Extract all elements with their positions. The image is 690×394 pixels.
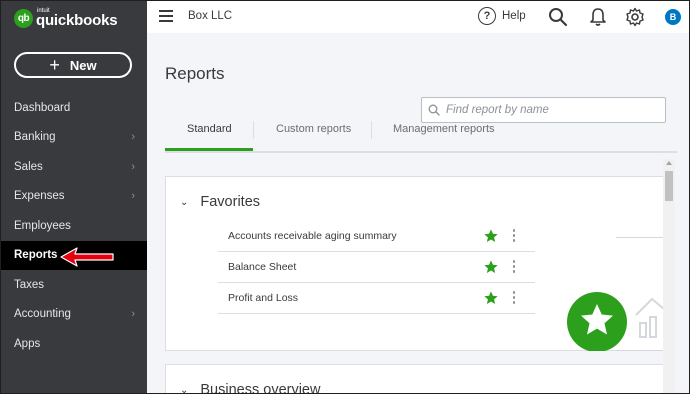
business-overview-section-toggle[interactable]: ⌄ Business overview: [180, 382, 321, 394]
sidebar-item-label: Sales: [14, 160, 43, 173]
page-title: Reports: [165, 64, 225, 83]
sidebar-item-apps[interactable]: Apps: [1, 329, 147, 359]
main-content: Reports Standard Custom reports Manageme…: [147, 33, 689, 393]
sidebar-item-label: Apps: [14, 337, 41, 350]
new-button-label: New: [69, 57, 97, 73]
sidebar-item-label: Employees: [14, 219, 71, 232]
star-icon[interactable]: [483, 290, 499, 306]
sidebar-item-accounting[interactable]: Accounting ›: [1, 300, 147, 330]
tab-divider: [371, 121, 372, 139]
help-icon: ?: [478, 7, 496, 25]
sidebar-item-label: Banking: [14, 131, 56, 144]
tab-management-reports[interactable]: Management reports: [393, 123, 495, 135]
plus-icon: +: [49, 55, 60, 75]
sidebar-item-banking[interactable]: Banking ›: [1, 123, 147, 153]
sidebar-item-label: Taxes: [14, 278, 45, 291]
help-label: Help: [502, 10, 526, 22]
chevron-right-icon: ›: [131, 160, 135, 173]
chevron-down-icon: ⌄: [180, 196, 189, 208]
report-tabs: Standard Custom reports Management repor…: [165, 119, 677, 153]
chevron-right-icon: ›: [131, 308, 135, 321]
sidebar-item-label: Dashboard: [14, 101, 71, 114]
favorites-section-toggle[interactable]: ⌄ Favorites: [180, 194, 260, 210]
scroll-up-icon[interactable]: [666, 161, 672, 165]
bell-icon[interactable]: [589, 7, 607, 27]
tab-standard[interactable]: Standard: [187, 123, 232, 135]
more-options-icon[interactable]: [511, 229, 517, 244]
more-options-icon[interactable]: [511, 260, 517, 275]
star-icon[interactable]: [483, 259, 499, 275]
red-arrow-annotation-icon: [60, 247, 114, 267]
favorites-illustration-icon: [567, 237, 664, 351]
search-input[interactable]: [446, 104, 656, 116]
tab-custom-reports[interactable]: Custom reports: [276, 123, 351, 135]
sidebar-item-expenses[interactable]: Expenses ›: [1, 182, 147, 212]
search-icon[interactable]: [548, 7, 568, 27]
favorites-heading: Favorites: [200, 194, 261, 210]
hamburger-menu-icon[interactable]: [159, 10, 173, 22]
app-window: qb intuit quickbooks + New Dashboard Ban…: [0, 0, 690, 394]
sidebar-item-taxes[interactable]: Taxes: [1, 270, 147, 300]
help-button[interactable]: ? Help: [478, 7, 526, 25]
logo-name-text: quickbooks: [36, 12, 118, 29]
star-icon[interactable]: [483, 228, 499, 244]
sidebar: qb intuit quickbooks + New Dashboard Ban…: [1, 1, 147, 393]
sidebar-item-label: Expenses: [14, 190, 65, 203]
business-overview-heading: Business overview: [200, 382, 321, 394]
sidebar-item-label: Accounting: [14, 308, 71, 321]
chevron-right-icon: ›: [131, 190, 135, 203]
sidebar-nav: Dashboard Banking › Sales › Expenses › E…: [1, 93, 147, 359]
business-overview-card: ⌄ Business overview: [165, 364, 664, 394]
tab-divider: [253, 121, 254, 139]
search-icon: [428, 104, 440, 116]
chevron-right-icon: ›: [131, 131, 135, 144]
company-name: Box LLC: [188, 10, 233, 22]
gear-icon[interactable]: [625, 7, 645, 27]
more-options-icon[interactable]: [511, 291, 517, 306]
list-item: Profit and Loss: [218, 283, 535, 314]
new-button[interactable]: + New: [14, 52, 132, 78]
sidebar-item-sales[interactable]: Sales ›: [1, 152, 147, 182]
sidebar-item-employees[interactable]: Employees: [1, 211, 147, 241]
vertical-scrollbar[interactable]: [663, 159, 675, 393]
quickbooks-logo[interactable]: qb intuit quickbooks: [14, 7, 118, 29]
list-item: Accounts receivable aging summary: [218, 221, 535, 252]
chevron-down-icon: ⌄: [180, 384, 189, 394]
sidebar-item-label: Reports: [14, 249, 58, 262]
top-bar: Box LLC ? Help B: [147, 1, 689, 33]
user-avatar[interactable]: B: [665, 9, 681, 25]
list-item: Balance Sheet: [218, 252, 535, 283]
scroll-thumb[interactable]: [665, 171, 673, 201]
active-tab-indicator: [165, 148, 253, 151]
qb-logo-icon: qb: [14, 8, 33, 28]
sidebar-item-dashboard[interactable]: Dashboard: [1, 93, 147, 123]
favorites-card: ⌄ Favorites Accounts receivable aging su…: [165, 176, 664, 351]
